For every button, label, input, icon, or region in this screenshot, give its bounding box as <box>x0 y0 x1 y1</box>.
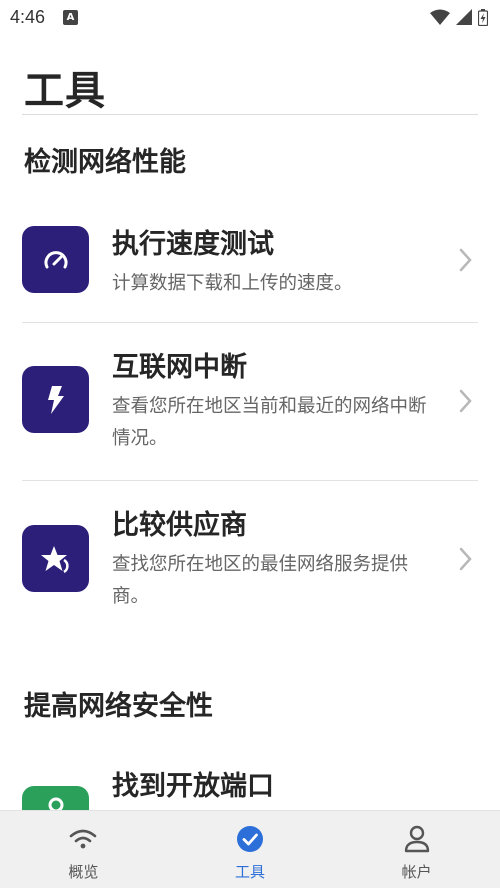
lock-icon <box>22 786 89 810</box>
tool-item-compare-providers[interactable]: 比较供应商 查找您所在地区的最佳网络服务提供商。 <box>0 481 500 638</box>
cell-signal-icon <box>456 9 472 25</box>
speedometer-icon <box>22 226 89 293</box>
nav-label: 帐户 <box>401 863 432 881</box>
section-title-network-security: 提高网络安全性 <box>24 691 213 722</box>
wifi-signal-icon <box>430 9 450 25</box>
nav-label: 概览 <box>68 863 99 881</box>
tool-title: 比较供应商 <box>112 510 247 541</box>
wifi-icon <box>69 825 97 853</box>
battery-icon <box>478 8 488 26</box>
status-time: 4:46 <box>10 6 46 27</box>
title-divider <box>22 114 478 115</box>
tool-description: 查看您所在地区当前和最近的网络中断情况。 <box>112 396 427 449</box>
bottom-navigation: 概览 工具 帐户 <box>0 810 500 888</box>
tool-item-internet-outages[interactable]: 互联网中断 查看您所在地区当前和最近的网络中断情况。 <box>0 323 500 480</box>
tool-item-find-open-ports[interactable]: 找到开放端口 <box>0 748 500 810</box>
tool-item-speed-test[interactable]: 执行速度测试 计算数据下载和上传的速度。 <box>0 200 500 322</box>
chevron-right-icon <box>459 547 472 571</box>
page-title: 工具 <box>24 68 106 114</box>
nav-tab-account[interactable]: 帐户 <box>333 811 500 888</box>
tool-title: 执行速度测试 <box>112 229 274 260</box>
nav-tab-overview[interactable]: 概览 <box>0 811 167 888</box>
nav-label: 工具 <box>235 863 266 881</box>
a-notification-icon: A <box>63 9 79 25</box>
status-bar: 4:46 A <box>0 0 500 34</box>
person-icon <box>404 825 430 853</box>
check-circle-icon <box>236 825 264 853</box>
star-rating-icon <box>22 525 89 592</box>
chevron-right-icon <box>459 389 472 413</box>
section-title-network-performance: 检测网络性能 <box>24 147 186 178</box>
tool-title: 找到开放端口 <box>112 771 274 802</box>
tool-description: 查找您所在地区的最佳网络服务提供商。 <box>112 554 409 607</box>
status-icons <box>430 8 488 26</box>
nav-tab-tools[interactable]: 工具 <box>167 811 334 888</box>
tool-description: 计算数据下载和上传的速度。 <box>112 273 353 294</box>
tool-title: 互联网中断 <box>112 352 247 383</box>
chevron-right-icon <box>459 248 472 272</box>
lightning-icon <box>22 366 89 433</box>
